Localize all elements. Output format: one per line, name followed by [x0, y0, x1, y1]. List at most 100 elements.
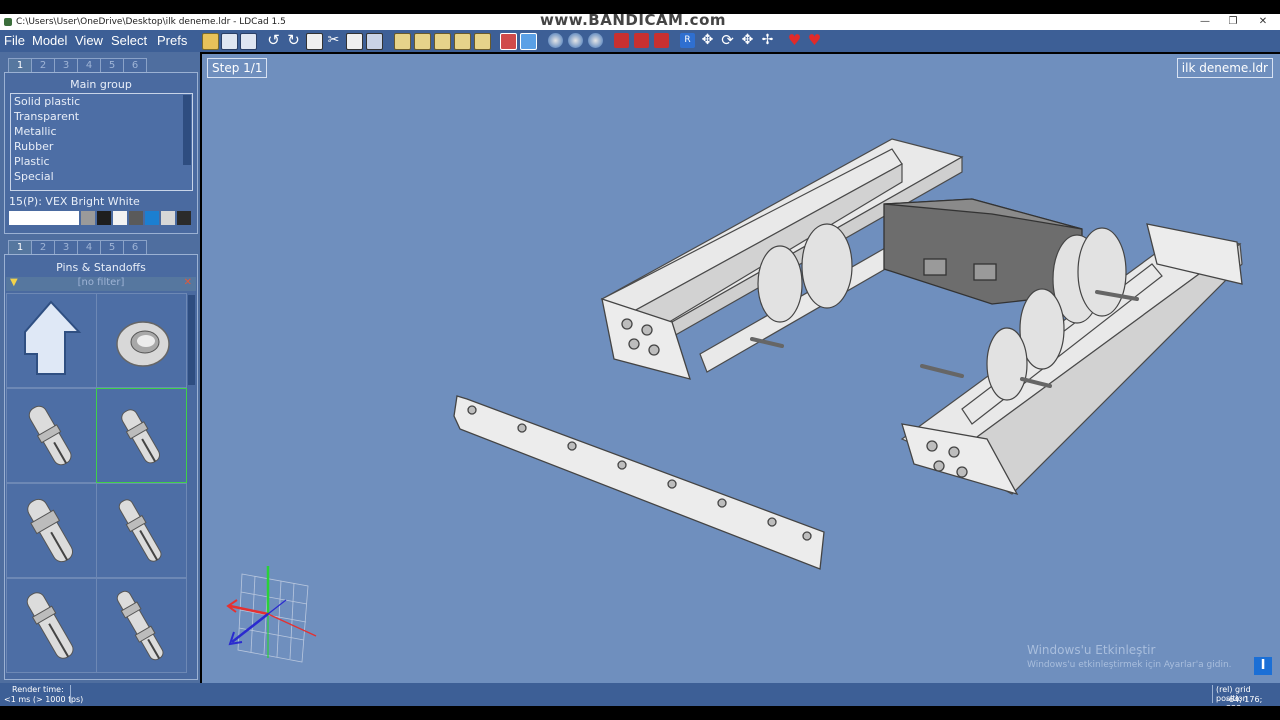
- parts-scrollbar[interactable]: [188, 295, 195, 385]
- color-tab-6[interactable]: 6: [123, 58, 147, 72]
- color-group-title: Main group: [70, 78, 132, 91]
- up-arrow-icon: [24, 300, 82, 375]
- move-icon[interactable]: ✥: [700, 33, 715, 48]
- grid-off-icon-1[interactable]: [614, 33, 629, 48]
- open-icon[interactable]: [202, 33, 219, 50]
- favorite-add-icon[interactable]: ♥: [807, 33, 822, 48]
- part-cell[interactable]: [6, 293, 97, 388]
- 3d-viewport[interactable]: Step 1/1 ilk deneme.ldr Windows'u Etkinl…: [202, 54, 1280, 683]
- snap-icon[interactable]: ✢: [760, 33, 775, 48]
- parts-tab-2[interactable]: 2: [31, 240, 55, 254]
- swatch-gray[interactable]: [81, 211, 95, 225]
- menu-view[interactable]: View: [75, 33, 103, 48]
- color-list-scrollbar[interactable]: [183, 95, 191, 165]
- copy-icon[interactable]: [306, 33, 323, 50]
- color-tab-3[interactable]: 3: [54, 58, 78, 72]
- letterbox-bottom: [0, 706, 1280, 720]
- color-panel: Main group Solid plastic Transparent Met…: [4, 72, 198, 234]
- part-cell[interactable]: [96, 578, 187, 673]
- menu-prefs[interactable]: Prefs: [157, 33, 187, 48]
- title-bar: C:\Users\User\OneDrive\Desktop\ilk denem…: [0, 11, 1280, 30]
- minimize-icon[interactable]: —: [1190, 14, 1220, 30]
- close-icon[interactable]: ✕: [1248, 14, 1278, 30]
- redo-icon[interactable]: ↻: [286, 33, 301, 48]
- part-cell[interactable]: [96, 483, 187, 578]
- color-tab-2[interactable]: 2: [31, 58, 55, 72]
- restore-icon[interactable]: ❐: [1218, 14, 1248, 30]
- grid-icon-1[interactable]: [548, 33, 563, 48]
- menu-select[interactable]: Select: [111, 33, 147, 48]
- list-item[interactable]: Solid plastic: [14, 95, 80, 108]
- color-tab-1[interactable]: 1: [8, 58, 32, 72]
- list-item[interactable]: Metallic: [14, 125, 57, 138]
- activation-subtitle: Windows'u etkinleştirmek için Ayarlar'a …: [1027, 660, 1232, 670]
- color-bin-icon[interactable]: [520, 33, 537, 50]
- filter-bar[interactable]: ▼ [no filter] ✕: [6, 277, 196, 291]
- grid-off-icon-2[interactable]: [634, 33, 649, 48]
- left-pane: 1 2 3 4 5 6 Main group Solid plastic Tra…: [0, 52, 200, 683]
- part-cell-selected[interactable]: [96, 388, 187, 483]
- render-icon[interactable]: [500, 33, 517, 50]
- swatch-blue[interactable]: [145, 211, 159, 225]
- grid-icon-3[interactable]: [588, 33, 603, 48]
- first-step-icon[interactable]: [394, 33, 411, 50]
- parts-tab-6[interactable]: 6: [123, 240, 147, 254]
- swatch-light[interactable]: [113, 211, 127, 225]
- next-step-icon[interactable]: [434, 33, 451, 50]
- model-render[interactable]: [202, 54, 1280, 683]
- render-time-value: <1 ms (> 1000 fps): [4, 695, 84, 704]
- status-bar: Render time: <1 ms (> 1000 fps) (rel) gr…: [0, 683, 1280, 713]
- color-tab-4[interactable]: 4: [77, 58, 101, 72]
- swatch-dark-gray[interactable]: [129, 211, 143, 225]
- parts-panel: Pins & Standoffs ▼ [no filter] ✕: [4, 254, 198, 680]
- grid-off-icon-3[interactable]: [654, 33, 669, 48]
- grid-r-icon[interactable]: R: [680, 33, 695, 48]
- current-color-label: 15(P): VEX Bright White: [9, 195, 140, 208]
- paste-special-icon[interactable]: [366, 33, 383, 50]
- save-all-icon[interactable]: [240, 33, 257, 50]
- pin-3-icon: [27, 498, 73, 563]
- move-relative-icon[interactable]: ✥: [740, 33, 755, 48]
- recorder-watermark: www.BANDICAM.com: [540, 11, 727, 29]
- menu-model[interactable]: Model: [32, 33, 67, 48]
- parts-tab-5[interactable]: 5: [100, 240, 124, 254]
- save-icon[interactable]: [221, 33, 238, 50]
- axis-gizmo[interactable]: [226, 566, 317, 663]
- activation-title: Windows'u Etkinleştir: [1027, 643, 1156, 657]
- list-item[interactable]: Plastic: [14, 155, 50, 168]
- swatch-white[interactable]: [9, 211, 79, 225]
- list-item[interactable]: Special: [14, 170, 54, 183]
- swatch-charcoal[interactable]: [177, 211, 191, 225]
- part-cell[interactable]: [6, 388, 97, 483]
- favorite-icon[interactable]: ♥: [787, 33, 802, 48]
- info-icon[interactable]: I: [1254, 657, 1272, 675]
- add-step-icon[interactable]: [474, 33, 491, 50]
- rotate-icon[interactable]: ⟳: [720, 33, 735, 48]
- washer-icon: [116, 321, 170, 367]
- part-cell[interactable]: [6, 483, 97, 578]
- last-step-icon[interactable]: [454, 33, 471, 50]
- pin-5-icon: [26, 592, 74, 659]
- grid-icon-2[interactable]: [568, 33, 583, 48]
- pin-4-icon: [118, 499, 162, 562]
- list-item[interactable]: Transparent: [14, 110, 79, 123]
- filter-text: [no filter]: [77, 277, 125, 288]
- clear-filter-icon[interactable]: ✕: [184, 277, 192, 288]
- swatch-black[interactable]: [97, 211, 111, 225]
- status-divider: [70, 685, 71, 703]
- color-tab-5[interactable]: 5: [100, 58, 124, 72]
- paste-icon[interactable]: [346, 33, 363, 50]
- swatch-silver[interactable]: [161, 211, 175, 225]
- app-icon: [4, 18, 12, 26]
- undo-icon[interactable]: ↺: [266, 33, 281, 48]
- part-cell[interactable]: [6, 578, 97, 673]
- part-cell[interactable]: [96, 293, 187, 388]
- menu-file[interactable]: File: [4, 33, 25, 48]
- parts-tab-1[interactable]: 1: [8, 240, 32, 254]
- parts-tab-4[interactable]: 4: [77, 240, 101, 254]
- color-group-list[interactable]: Solid plastic Transparent Metallic Rubbe…: [10, 93, 193, 191]
- previous-step-icon[interactable]: [414, 33, 431, 50]
- cut-icon[interactable]: ✂: [326, 33, 341, 48]
- list-item[interactable]: Rubber: [14, 140, 53, 153]
- parts-tab-3[interactable]: 3: [54, 240, 78, 254]
